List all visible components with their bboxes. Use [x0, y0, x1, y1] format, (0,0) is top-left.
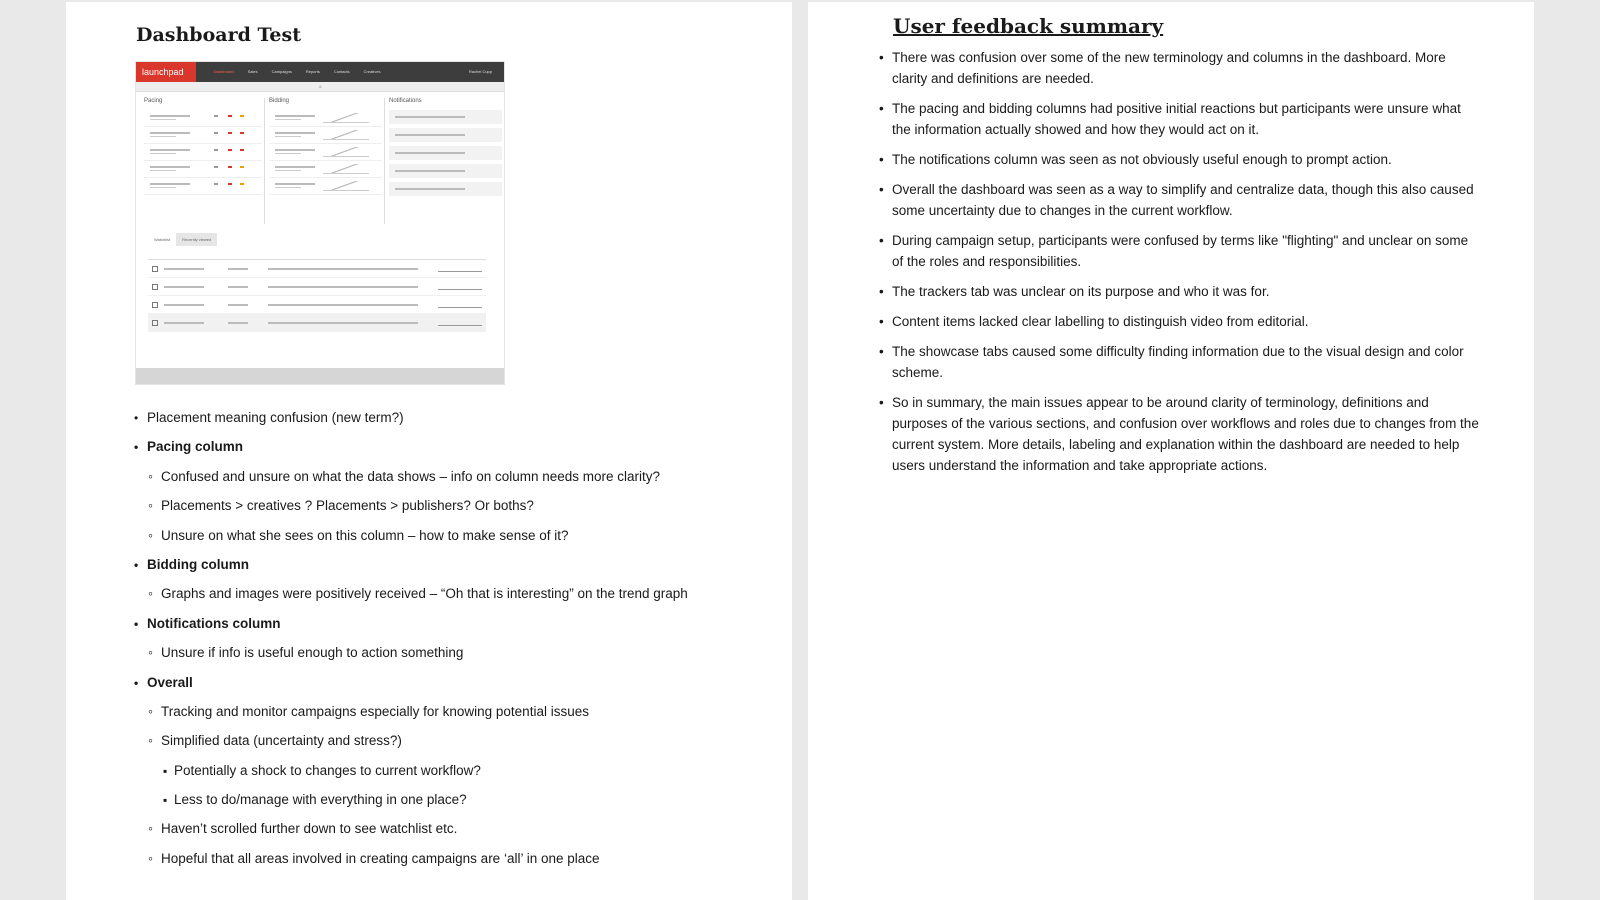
screenshot-nav-item: Contacts	[333, 69, 350, 74]
screenshot-row	[269, 144, 382, 161]
section-heading: Overall	[134, 673, 774, 702]
screenshot-logo: launchpad	[136, 62, 196, 82]
screenshot-navbar: launchpad Dashboard Sales Campaigns Repo…	[136, 62, 504, 82]
screenshot-table-row	[148, 296, 486, 314]
note-item: Placements > creatives ? Placements > pu…	[134, 495, 774, 525]
screenshot-row	[144, 110, 262, 127]
screenshot-row	[144, 127, 262, 144]
summary-item: Overall the dashboard was seen as a way …	[879, 179, 1479, 221]
screenshot-notification	[389, 164, 502, 178]
section-heading: Pacing column	[134, 437, 774, 466]
screenshot-pacing-column: Pacing	[144, 98, 262, 224]
screenshot-table-row	[148, 278, 486, 296]
screenshot-row	[269, 127, 382, 144]
note-item: Unsure if info is useful enough to actio…	[134, 642, 774, 672]
screenshot-bidding-column: Bidding	[264, 98, 382, 224]
screenshot-row	[269, 161, 382, 178]
screenshot-row	[144, 178, 262, 195]
screenshot-tab: Watchlist	[148, 233, 177, 246]
screenshot-nav-item: Campaigns	[271, 69, 292, 74]
screenshot-notifications-column: Notifications	[384, 98, 502, 224]
summary-list: There was confusion over some of the new…	[879, 47, 1479, 485]
screenshot-nav-item: Reports	[305, 69, 320, 74]
summary-item: There was confusion over some of the new…	[879, 47, 1479, 89]
note-item: Confused and unsure on what the data sho…	[134, 466, 774, 496]
screenshot-row	[144, 161, 262, 178]
document-title: Dashboard Test	[136, 24, 301, 46]
screenshot-nav-item: Creatives	[363, 69, 381, 74]
summary-item: During campaign setup, participants were…	[879, 230, 1479, 272]
section-heading: Bidding column	[134, 555, 774, 584]
screenshot-nav-item: Sales	[247, 69, 258, 74]
summary-item: The showcase tabs caused some difficulty…	[879, 341, 1479, 383]
left-page: Dashboard Test launchpad Dashboard Sales…	[66, 2, 792, 900]
note-item: Less to do/manage with everything in one…	[134, 790, 774, 819]
screenshot-user: Rachel Cupp	[468, 69, 492, 74]
screenshot-table-row	[148, 314, 486, 332]
screenshot-columns: Pacing Bidding Notifications	[136, 92, 504, 227]
screenshot-column-heading: Bidding	[269, 98, 290, 104]
screenshot-row	[269, 178, 382, 195]
screenshot-notification	[389, 128, 502, 142]
summary-title: User feedback summary	[893, 14, 1164, 38]
note-item: Placement meaning confusion (new term?)	[134, 408, 774, 437]
dashboard-screenshot: launchpad Dashboard Sales Campaigns Repo…	[135, 61, 505, 385]
screenshot-tab: Recently viewed	[176, 233, 218, 246]
note-item: Graphs and images were positively receiv…	[134, 583, 774, 613]
note-item: Simplified data (uncertainty and stress?…	[134, 730, 774, 760]
screenshot-row	[144, 144, 262, 161]
screenshot-table-row	[148, 260, 486, 278]
summary-item: Content items lacked clear labelling to …	[879, 311, 1479, 332]
screenshot-nav-items: Dashboard Sales Campaigns Reports Contac…	[214, 62, 381, 82]
summary-item: The pacing and bidding columns had posit…	[879, 98, 1479, 140]
section-heading: Notifications column	[134, 614, 774, 643]
summary-item: So in summary, the main issues appear to…	[879, 392, 1479, 476]
note-item: Potentially a shock to changes to curren…	[134, 761, 774, 790]
screenshot-row	[269, 110, 382, 127]
screenshot-notification	[389, 146, 502, 160]
note-item: Hopeful that all areas involved in creat…	[134, 848, 774, 878]
summary-item: The notifications column was seen as not…	[879, 149, 1479, 170]
screenshot-notification	[389, 110, 502, 124]
summary-item: The trackers tab was unclear on its purp…	[879, 281, 1479, 302]
note-item: Unsure on what she sees on this column –…	[134, 525, 774, 555]
note-item: Haven’t scrolled further down to see wat…	[134, 818, 774, 848]
screenshot-footer	[136, 368, 504, 384]
screenshot-table	[148, 250, 486, 332]
right-page: User feedback summary There was confusio…	[808, 2, 1534, 900]
notes-list: Placement meaning confusion (new term?)P…	[134, 408, 774, 878]
screenshot-tabs: Watchlist Recently viewed	[148, 233, 218, 246]
screenshot-notification	[389, 182, 502, 196]
screenshot-table-header	[148, 250, 486, 260]
note-item: Tracking and monitor campaigns especiall…	[134, 701, 774, 731]
screenshot-nav-item: Dashboard	[214, 69, 234, 74]
screenshot-column-heading: Notifications	[389, 98, 422, 104]
screenshot-column-heading: Pacing	[144, 98, 163, 104]
screenshot-alert-bar: ⚠	[136, 82, 504, 92]
